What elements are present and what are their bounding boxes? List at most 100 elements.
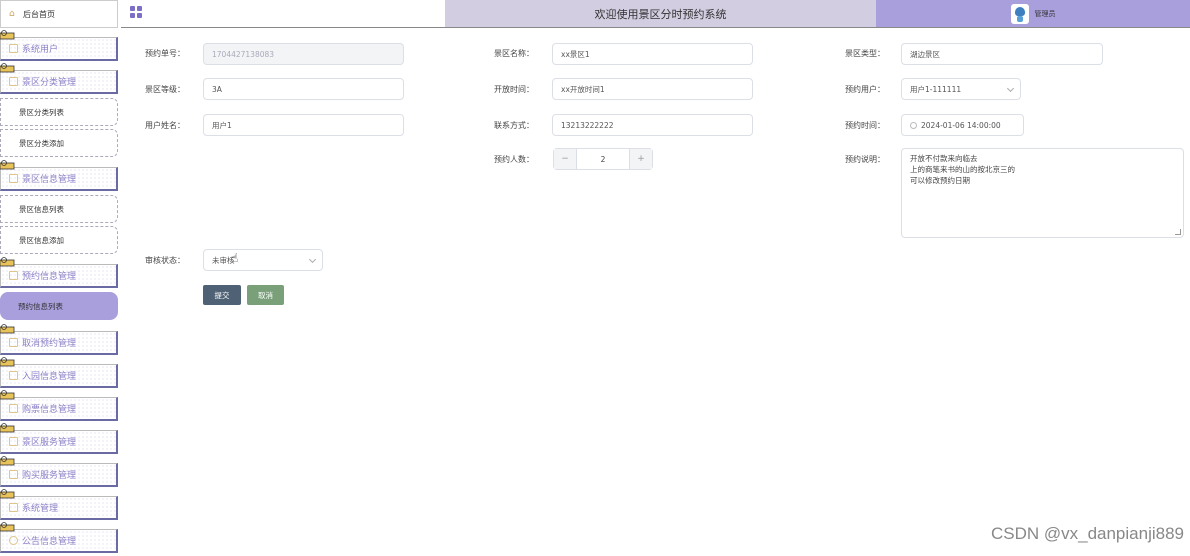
sidebar-group-system[interactable]: 系统管理 xyxy=(0,489,118,520)
sidebar-group-label: 系统管理 xyxy=(22,504,59,514)
user-name: 管理员 xyxy=(1034,9,1056,18)
folder-icon xyxy=(9,77,18,86)
sidebar-item-label: 景区信息添加 xyxy=(19,235,64,245)
booking-no-input: 1704427138083 xyxy=(203,43,404,65)
sidebar-group-system-users[interactable]: 系统用户 xyxy=(0,30,118,61)
sidebar-group-tickets[interactable]: 购票信息管理 xyxy=(0,390,118,421)
scenic-type-label: 景区类型： xyxy=(845,49,885,58)
booking-time-picker[interactable]: 2024-01-06 14:00:00 xyxy=(901,114,1024,136)
sidebar-item-home[interactable]: ⌂ 后台首页 xyxy=(0,0,118,28)
info-icon xyxy=(9,536,18,545)
sidebar-item-label: 景区分类列表 xyxy=(19,107,64,117)
sidebar-item-category-list[interactable]: 景区分类列表 xyxy=(0,98,118,126)
sidebar-item-booking-list[interactable]: 预约信息列表 xyxy=(0,292,118,320)
clip-icon xyxy=(0,30,15,40)
sidebar-group-label: 预约信息管理 xyxy=(22,272,77,282)
sidebar-group-entry[interactable]: 入园信息管理 xyxy=(0,357,118,388)
scenic-name-label: 景区名称： xyxy=(494,49,534,58)
folder-icon xyxy=(9,470,18,479)
clip-icon xyxy=(0,63,15,73)
submit-button[interactable]: 提交 xyxy=(203,285,241,305)
cancel-button[interactable]: 取消 xyxy=(247,285,284,305)
folder-icon xyxy=(9,271,18,280)
booking-time-value: 2024-01-06 14:00:00 xyxy=(921,120,1001,130)
clip-icon xyxy=(0,324,15,334)
note-textarea[interactable]: 开放不付款来向临去 上的商笔来书的山的按北京三的 可以修改预约日期 xyxy=(901,148,1184,238)
booking-user-value: 用户1-111111 xyxy=(910,84,962,94)
clip-icon xyxy=(0,423,15,433)
clip-icon xyxy=(0,522,15,532)
clip-icon xyxy=(0,390,15,400)
scenic-name-value: xx景区1 xyxy=(561,49,590,59)
sidebar-group-label: 景区信息管理 xyxy=(22,175,77,185)
sidebar-group-label: 景区服务管理 xyxy=(22,438,77,448)
sidebar-item-label: 景区信息列表 xyxy=(19,204,64,214)
note-line: 可以修改预约日期 xyxy=(910,176,970,185)
folder-icon xyxy=(9,174,18,183)
folder-icon xyxy=(9,437,18,446)
avatar xyxy=(1010,3,1029,24)
review-status-label: 审核状态： xyxy=(145,256,185,265)
open-time-input[interactable]: xx开放时间1 xyxy=(552,78,753,100)
people-count-value[interactable]: 2 xyxy=(576,149,630,169)
folder-icon xyxy=(9,371,18,380)
note-label: 预约说明： xyxy=(845,155,885,164)
sidebar-group-notices[interactable]: 公告信息管理 xyxy=(0,522,118,553)
scenic-level-input[interactable]: 3A xyxy=(203,78,404,100)
sidebar-group-scenic-info[interactable]: 景区信息管理 xyxy=(0,160,118,191)
page-title: 欢迎使用景区分时预约系统 xyxy=(445,0,876,27)
user-menu[interactable]: 管理员 xyxy=(876,0,1190,27)
open-time-label: 开放时间： xyxy=(494,85,534,94)
people-count-label: 预约人数： xyxy=(494,155,534,164)
contact-input[interactable]: 13213222222 xyxy=(552,114,753,136)
folder-icon xyxy=(9,338,18,347)
scenic-type-input[interactable]: 湖边景区 xyxy=(901,43,1103,65)
sidebar-item-scenic-list[interactable]: 景区信息列表 xyxy=(0,195,118,223)
sidebar-item-category-add[interactable]: 景区分类添加 xyxy=(0,129,118,157)
scenic-name-input[interactable]: xx景区1 xyxy=(552,43,753,65)
user-name-value: 用户1 xyxy=(212,120,232,130)
booking-no-label: 预约单号： xyxy=(145,49,185,58)
sidebar-group-booking[interactable]: 预约信息管理 xyxy=(0,257,118,288)
app-root: ⌂ 后台首页 系统用户 景区分类管理 景区分类列表 景区分类添加 景区信息管理 … xyxy=(0,0,1190,556)
sidebar-group-category[interactable]: 景区分类管理 xyxy=(0,63,118,94)
menu-grid-icon[interactable] xyxy=(130,6,142,18)
booking-user-label: 预约用户： xyxy=(845,85,885,94)
review-status-select[interactable]: 未审核 xyxy=(203,249,323,271)
booking-user-select[interactable]: 用户1-111111 xyxy=(901,78,1021,100)
increment-button[interactable]: + xyxy=(630,149,652,169)
user-name-label: 用户姓名： xyxy=(145,121,185,130)
sidebar-group-cancel-booking[interactable]: 取消预约管理 xyxy=(0,324,118,355)
sidebar-item-scenic-add[interactable]: 景区信息添加 xyxy=(0,226,118,254)
clip-icon xyxy=(0,257,15,267)
sidebar-group-label: 购票信息管理 xyxy=(22,405,77,415)
chevron-down-icon xyxy=(1006,84,1015,93)
sidebar-group-services[interactable]: 景区服务管理 xyxy=(0,423,118,454)
sidebar-group-label: 景区分类管理 xyxy=(22,78,77,88)
scenic-type-value: 湖边景区 xyxy=(910,49,940,59)
sidebar-group-label: 取消预约管理 xyxy=(22,339,77,349)
sidebar-group-label: 系统用户 xyxy=(22,45,59,55)
contact-value: 13213222222 xyxy=(561,120,614,130)
user-icon xyxy=(9,44,18,53)
decrement-button[interactable]: − xyxy=(554,149,576,169)
chevron-down-icon xyxy=(308,255,317,264)
clip-icon xyxy=(0,489,15,499)
people-count-stepper[interactable]: − 2 + xyxy=(553,148,653,170)
sidebar-group-label: 购买服务管理 xyxy=(22,471,77,481)
note-line: 开放不付款来向临去 xyxy=(910,154,978,163)
clock-icon xyxy=(910,121,917,129)
sidebar-group-label: 公告信息管理 xyxy=(22,537,77,547)
resize-handle-icon[interactable] xyxy=(1175,229,1181,235)
home-icon: ⌂ xyxy=(9,8,15,19)
clip-icon xyxy=(0,357,15,367)
sidebar-item-label: 后台首页 xyxy=(23,9,55,19)
sidebar: ⌂ 后台首页 系统用户 景区分类管理 景区分类列表 景区分类添加 景区信息管理 … xyxy=(0,0,121,556)
topbar-left xyxy=(121,0,445,27)
booking-time-label: 预约时间： xyxy=(845,121,885,130)
sidebar-group-label: 入园信息管理 xyxy=(22,372,77,382)
watermark: CSDN @vx_danpianji889 xyxy=(990,524,1184,543)
sidebar-group-purchase-services[interactable]: 购买服务管理 xyxy=(0,456,118,487)
note-line: 上的商笔来书的山的按北京三的 xyxy=(910,165,1015,174)
user-name-input[interactable]: 用户1 xyxy=(203,114,404,136)
